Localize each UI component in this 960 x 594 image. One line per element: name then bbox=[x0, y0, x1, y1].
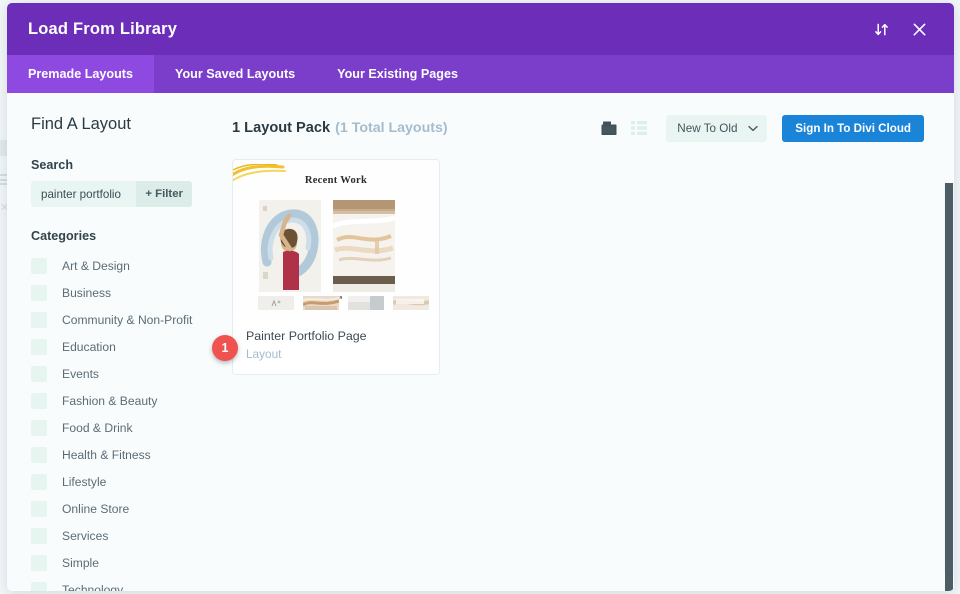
layout-total-count: (1 Total Layouts) bbox=[335, 120, 447, 136]
layout-card-subtitle: Layout bbox=[246, 347, 439, 361]
category-label: Online Store bbox=[62, 502, 129, 516]
folder-grid-icon[interactable] bbox=[594, 115, 624, 141]
thumbnail-strip-row bbox=[258, 296, 429, 310]
close-icon[interactable] bbox=[906, 16, 932, 42]
tab-your-existing-pages[interactable]: Your Existing Pages bbox=[316, 55, 479, 93]
checkbox-icon[interactable] bbox=[31, 501, 47, 517]
load-from-library-modal: Load From Library Premade Layouts Your S… bbox=[7, 3, 954, 591]
artwork-image-left bbox=[259, 200, 321, 292]
category-label: Technology bbox=[62, 583, 123, 592]
artwork-column-left: 2020 bbox=[259, 200, 321, 300]
sort-order-dropdown[interactable]: New To Old bbox=[666, 115, 767, 142]
category-label: Education bbox=[62, 340, 116, 354]
category-label: Health & Fitness bbox=[62, 448, 151, 462]
category-label: Events bbox=[62, 367, 99, 381]
modal-title: Load From Library bbox=[28, 20, 868, 39]
category-row-community-non-profit[interactable]: Community & Non-Profit bbox=[31, 306, 232, 333]
main-toolbar: 1 Layout Pack (1 Total Layouts) bbox=[232, 113, 924, 143]
checkbox-icon[interactable] bbox=[31, 258, 47, 274]
category-row-services[interactable]: Services bbox=[31, 522, 232, 549]
checkbox-icon[interactable] bbox=[31, 474, 47, 490]
category-row-food-drink[interactable]: Food & Drink bbox=[31, 414, 232, 441]
checkbox-icon[interactable] bbox=[31, 582, 47, 592]
search-label: Search bbox=[31, 158, 232, 172]
category-label: Lifestyle bbox=[62, 475, 106, 489]
list-view-icon[interactable] bbox=[624, 115, 654, 141]
thumbnail-heading: Recent Work bbox=[233, 175, 439, 186]
layout-card-title: Painter Portfolio Page bbox=[246, 329, 439, 343]
modal-titlebar: Load From Library bbox=[7, 3, 954, 55]
category-row-art-design[interactable]: Art & Design bbox=[31, 252, 232, 279]
category-label: Simple bbox=[62, 556, 99, 570]
checkbox-icon[interactable] bbox=[31, 285, 47, 301]
sort-order-value: New To Old bbox=[677, 122, 748, 135]
category-row-fashion-beauty[interactable]: Fashion & Beauty bbox=[31, 387, 232, 414]
main-panel: 1 Layout Pack (1 Total Layouts) bbox=[232, 93, 954, 591]
sort-arrows-icon[interactable] bbox=[868, 16, 894, 42]
category-row-lifestyle[interactable]: Lifestyle bbox=[31, 468, 232, 495]
layout-cards-area: 1 Recent Work bbox=[232, 159, 924, 375]
strip-thumbnail bbox=[348, 296, 384, 310]
checkbox-icon[interactable] bbox=[31, 447, 47, 463]
search-input[interactable] bbox=[31, 181, 136, 207]
chevron-down-icon bbox=[748, 119, 758, 137]
categories-list: Art & Design Business Community & Non-Pr… bbox=[31, 252, 232, 591]
artwork-column-right: 2019 bbox=[333, 200, 395, 300]
checkbox-icon[interactable] bbox=[31, 555, 47, 571]
category-row-health-fitness[interactable]: Health & Fitness bbox=[31, 441, 232, 468]
category-label: Services bbox=[62, 529, 108, 543]
category-label: Art & Design bbox=[62, 259, 130, 273]
tab-premade-layouts[interactable]: Premade Layouts bbox=[7, 55, 154, 93]
filter-button[interactable]: + Filter bbox=[136, 181, 192, 207]
category-row-business[interactable]: Business bbox=[31, 279, 232, 306]
category-row-education[interactable]: Education bbox=[31, 333, 232, 360]
modal-body: Find A Layout Search + Filter Categories… bbox=[7, 93, 954, 591]
checkbox-icon[interactable] bbox=[31, 366, 47, 382]
strip-thumbnail bbox=[258, 296, 294, 310]
sidebar: Find A Layout Search + Filter Categories… bbox=[7, 93, 232, 591]
checkbox-icon[interactable] bbox=[31, 393, 47, 409]
category-row-events[interactable]: Events bbox=[31, 360, 232, 387]
vertical-scrollbar-track[interactable] bbox=[944, 183, 954, 573]
checkbox-icon[interactable] bbox=[31, 312, 47, 328]
category-row-simple[interactable]: Simple bbox=[31, 549, 232, 576]
category-row-online-store[interactable]: Online Store bbox=[31, 495, 232, 522]
category-label: Business bbox=[62, 286, 111, 300]
category-label: Fashion & Beauty bbox=[62, 394, 157, 408]
search-field-wrapper: + Filter bbox=[31, 181, 192, 207]
category-label: Community & Non-Profit bbox=[62, 313, 192, 327]
strip-thumbnail bbox=[303, 296, 339, 310]
thumbnail-artwork-row: 2020 bbox=[259, 200, 395, 300]
checkbox-icon[interactable] bbox=[31, 339, 47, 355]
categories-label: Categories bbox=[31, 229, 232, 243]
checkbox-icon[interactable] bbox=[31, 528, 47, 544]
layout-card-thumbnail: Recent Work bbox=[233, 160, 439, 318]
sign-in-to-divi-cloud-button[interactable]: Sign In To Divi Cloud bbox=[782, 115, 924, 142]
layout-card-painter-portfolio-page[interactable]: Recent Work bbox=[232, 159, 440, 375]
tab-your-saved-layouts[interactable]: Your Saved Layouts bbox=[154, 55, 316, 93]
strip-thumbnail bbox=[393, 296, 429, 310]
layout-pack-count: 1 Layout Pack bbox=[232, 120, 330, 136]
category-label: Food & Drink bbox=[62, 421, 133, 435]
sidebar-heading: Find A Layout bbox=[31, 115, 232, 134]
toolbar-right-group: New To Old Sign In To Divi Cloud bbox=[594, 115, 924, 142]
layout-card-caption: Painter Portfolio Page Layout bbox=[233, 318, 439, 374]
artwork-image-right bbox=[333, 200, 395, 292]
step-badge-1: 1 bbox=[212, 335, 238, 361]
category-row-technology[interactable]: Technology bbox=[31, 576, 232, 591]
checkbox-icon[interactable] bbox=[31, 420, 47, 436]
modal-tabbar: Premade Layouts Your Saved Layouts Your … bbox=[7, 55, 954, 93]
vertical-scrollbar-thumb[interactable] bbox=[945, 183, 953, 591]
